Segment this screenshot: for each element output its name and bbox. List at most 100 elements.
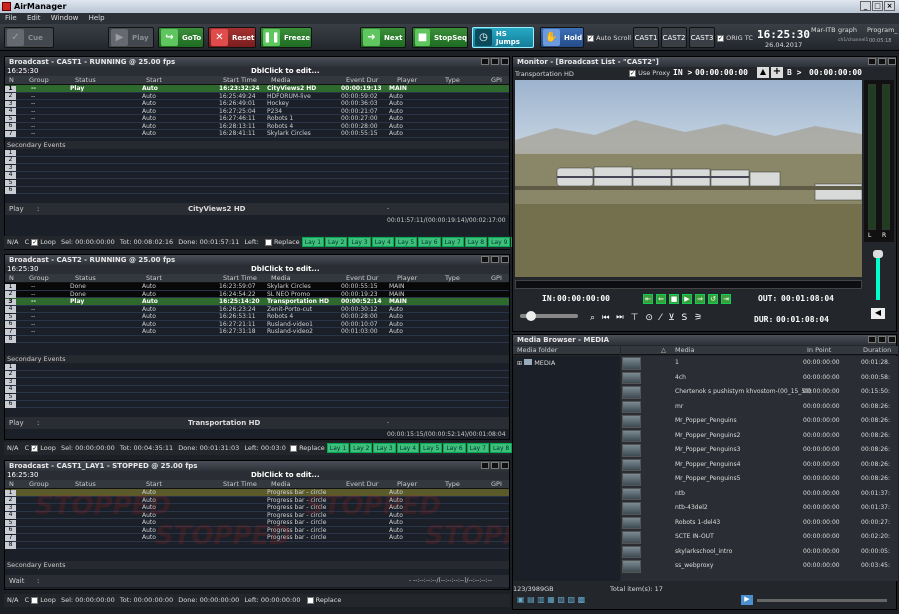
table-row[interactable]: 6 -- Auto 16:27:21:11 Rusland-video1 00:00:10… <box>5 320 509 328</box>
secondary-row[interactable]: 6 <box>5 400 509 408</box>
table-row[interactable]: 1 -- Done Auto 16:23:59:07 Skylark Circles 00:… <box>5 283 509 291</box>
edit-tools-toolbar[interactable]: ⌕ ⏮ ⏭ ⊤ ⊙ ⁄ ⊻ S ⚞ <box>590 313 704 323</box>
panel-btn-2[interactable] <box>491 462 499 469</box>
next-button[interactable]: ➜ Next <box>360 27 406 48</box>
layer-button-8[interactable]: Lay 8 <box>489 443 513 453</box>
table-row[interactable]: 4 -- Auto 16:26:23:24 Zenit-Porto-cut 00:00:3… <box>5 305 509 313</box>
replace-checkbox[interactable] <box>264 238 272 246</box>
panel-btn-3[interactable] <box>501 462 509 469</box>
hold-button[interactable]: ✋ Hold <box>540 27 584 48</box>
media-preview-slider[interactable] <box>757 599 887 602</box>
secondary-row[interactable]: 5 <box>5 393 509 401</box>
timeline-bar[interactable] <box>515 280 862 289</box>
cast2-button[interactable]: CAST2 <box>661 27 687 48</box>
panel-btn-1[interactable] <box>481 462 489 469</box>
replace-checkbox[interactable] <box>306 596 314 604</box>
panel-btn-3[interactable] <box>888 336 896 343</box>
secondary-row[interactable]: 5 <box>5 179 509 187</box>
maximize-button[interactable]: □ <box>872 1 883 11</box>
panel-btn-2[interactable] <box>878 58 886 65</box>
jog-slider-knob[interactable] <box>526 311 536 321</box>
panel-btn-3[interactable] <box>501 256 509 263</box>
media-list-item[interactable]: 4ch 00:00:00:00 00:00:58: <box>621 371 898 385</box>
layer-button-2[interactable]: Lay 2 <box>325 237 348 247</box>
layer-button-4[interactable]: Lay 4 <box>396 443 420 453</box>
table-row[interactable]: 7 -- Auto 16:27:31:18 Rusland-video2 00:01:03… <box>5 328 509 336</box>
layer-button-6[interactable]: Lay 6 <box>418 237 441 247</box>
loop-checkbox[interactable]: ✓ <box>31 444 39 452</box>
table-row[interactable]: 3 -- Auto 16:26:49:01 Hockey 00:00:36:03 Auto <box>5 100 509 108</box>
media-list-item[interactable]: skylarkschool_intro 00:00:00:00 00:00:05: <box>621 545 898 559</box>
layer-button-8[interactable]: Lay 8 <box>464 237 488 247</box>
layer-button-4[interactable]: Lay 4 <box>371 237 394 247</box>
media-list-item[interactable]: Robots 1-del43 00:00:00:00 00:00:27: <box>621 516 898 530</box>
panel-btn-1[interactable] <box>868 336 876 343</box>
cast1-button[interactable]: CAST1 <box>633 27 659 48</box>
table-row[interactable]: 7 -- Auto 16:28:41:11 Skylark Circles 00:00:5… <box>5 130 509 138</box>
layer-button-5[interactable]: Lay 5 <box>420 443 443 453</box>
stop-icon[interactable]: ■ <box>669 294 679 304</box>
media-list-item[interactable]: Mr_Popper_Penguins 00:00:00:00 00:08:26: <box>621 414 898 429</box>
secondary-row[interactable]: 3 <box>5 164 509 172</box>
sort-icon[interactable]: △ <box>661 346 666 355</box>
menu-edit[interactable]: Edit <box>27 14 41 22</box>
auto-scroll-checkbox[interactable]: ✓ Auto Scroll <box>587 34 631 42</box>
folder-media[interactable]: ⊞ MEDIA <box>517 359 620 367</box>
layer-button-9[interactable]: Lay 9 <box>488 237 511 247</box>
panel-btn-3[interactable] <box>888 58 896 65</box>
dblclick-hint[interactable]: DblClick to edit... <box>251 67 319 76</box>
reset-button[interactable]: ✕ Reset <box>208 27 256 48</box>
layer-button-1[interactable]: Lay 1 <box>301 237 325 247</box>
menu-window[interactable]: Window <box>51 14 79 22</box>
secondary-row[interactable]: 1 <box>5 149 509 157</box>
media-tools-toolbar[interactable]: ▣ ▤ ▥ ▦ ▧ ▨ ▩ <box>517 595 585 604</box>
table-row[interactable]: 6 -- Auto 16:28:13:11 Robots 4 00:00:28:00 Aut… <box>5 122 509 130</box>
panel-btn-1[interactable] <box>481 256 489 263</box>
layer-button-1[interactable]: Lay 1 <box>326 443 350 453</box>
image-icon[interactable]: ▲ <box>757 67 769 78</box>
layer-button-2[interactable]: Lay 2 <box>350 443 373 453</box>
panel-btn-2[interactable] <box>491 58 499 65</box>
media-list-item[interactable]: mr 00:00:00:00 00:08:26: <box>621 400 898 414</box>
layer-button-6[interactable]: Lay 6 <box>443 443 466 453</box>
table-row[interactable]: 3 -- Play Auto 16:25:14:20 Transportation HD 0… <box>5 298 509 306</box>
volume-slider-knob[interactable] <box>873 250 883 258</box>
step-back-icon[interactable]: ⇐ <box>656 294 666 304</box>
secondary-row[interactable]: 2 <box>5 156 509 164</box>
add-icon[interactable]: + <box>771 67 783 78</box>
dblclick-hint[interactable]: DblClick to edit... <box>251 265 319 274</box>
media-list-item[interactable]: SCTE IN-OUT 00:00:00:00 00:02:20: <box>621 530 898 545</box>
table-row[interactable]: 2 -- Auto 16:25:49:24 HDFORUM-live 00:00:59:0… <box>5 92 509 100</box>
secondary-row[interactable]: 4 <box>5 385 509 393</box>
media-list-item[interactable]: ntb-43del2 00:00:00:00 00:01:37: <box>621 501 898 516</box>
media-list-item[interactable]: Mr_Popper_Penguins5 00:00:00:00 00:08:26: <box>621 472 898 487</box>
cue-button[interactable]: ✓ Cue <box>4 27 54 48</box>
stopseq-button[interactable]: ■ StopSeq <box>412 27 468 48</box>
rewind-icon[interactable]: ⇤ <box>643 294 653 304</box>
media-list-item[interactable]: Chertenok s pushistym khvostom-(00_15_50… <box>621 385 898 400</box>
table-row[interactable]: 5 -- Auto 16:26:53:11 Robots 4 00:00:28:00 Aut… <box>5 313 509 321</box>
media-list-item[interactable]: Mr_Popper_Penguins4 00:00:00:00 00:08:26: <box>621 458 898 472</box>
layer-button-3[interactable]: Lay 3 <box>348 237 371 247</box>
panel-btn-1[interactable] <box>868 58 876 65</box>
table-row[interactable]: 8 <box>5 335 509 343</box>
fast-forward-icon[interactable]: ⇥ <box>721 294 731 304</box>
secondary-row[interactable]: 3 <box>5 378 509 386</box>
media-list-item[interactable]: ss_webproxy 00:00:00:00 00:03:45: <box>621 559 898 574</box>
panel-btn-1[interactable] <box>481 58 489 65</box>
layer-button-3[interactable]: Lay 3 <box>373 443 396 453</box>
loop-icon[interactable]: ↺ <box>708 294 718 304</box>
use-proxy-checkbox[interactable]: ✓ Use Proxy <box>629 69 670 77</box>
media-list-item[interactable]: Mr_Popper_Penguins3 00:00:00:00 00:08:26: <box>621 443 898 458</box>
play-button[interactable]: ▶ Play <box>108 27 154 48</box>
cast3-button[interactable]: CAST3 <box>689 27 715 48</box>
layer-button-7[interactable]: Lay 7 <box>441 237 464 247</box>
secondary-row[interactable]: 1 <box>5 363 509 371</box>
close-button[interactable]: × <box>884 1 895 11</box>
loop-checkbox[interactable] <box>31 596 39 604</box>
loop-checkbox[interactable]: ✓ <box>31 238 39 246</box>
step-forward-icon[interactable]: ⇒ <box>695 294 705 304</box>
speaker-icon[interactable]: ◀ <box>871 308 885 319</box>
play-icon[interactable]: ▶ <box>682 294 692 304</box>
secondary-row[interactable]: 6 <box>5 186 509 194</box>
